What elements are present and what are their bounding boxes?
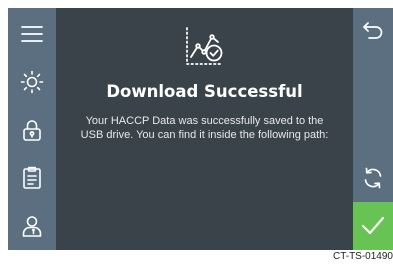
dialog-title: Download Successful [106, 82, 303, 101]
device-screen: Download Successful Your HACCP Data was … [8, 8, 393, 250]
back-button[interactable] [353, 8, 393, 52]
back-icon [363, 22, 383, 39]
chart-check-icon [186, 27, 223, 65]
brightness-icon [20, 70, 44, 94]
lock-button[interactable] [8, 106, 56, 154]
main-content: Download Successful Your HACCP Data was … [56, 8, 353, 250]
menu-icon [21, 26, 43, 42]
brightness-button[interactable] [8, 58, 56, 106]
refresh-icon [364, 167, 382, 189]
lock-icon [23, 120, 41, 141]
report-button[interactable] [8, 154, 56, 202]
menu-button[interactable] [8, 10, 56, 58]
user-button[interactable] [8, 202, 56, 250]
refresh-button[interactable] [353, 156, 393, 200]
clipboard-icon [23, 166, 41, 189]
document-id: CT-TS-01490 [332, 251, 393, 262]
checkmark-icon [361, 216, 385, 235]
right-bar [353, 8, 393, 250]
confirm-button[interactable] [353, 202, 393, 250]
dialog-message: Your HACCP Data was successfully saved t… [80, 115, 329, 141]
sidebar [8, 8, 56, 250]
user-icon [22, 216, 42, 237]
